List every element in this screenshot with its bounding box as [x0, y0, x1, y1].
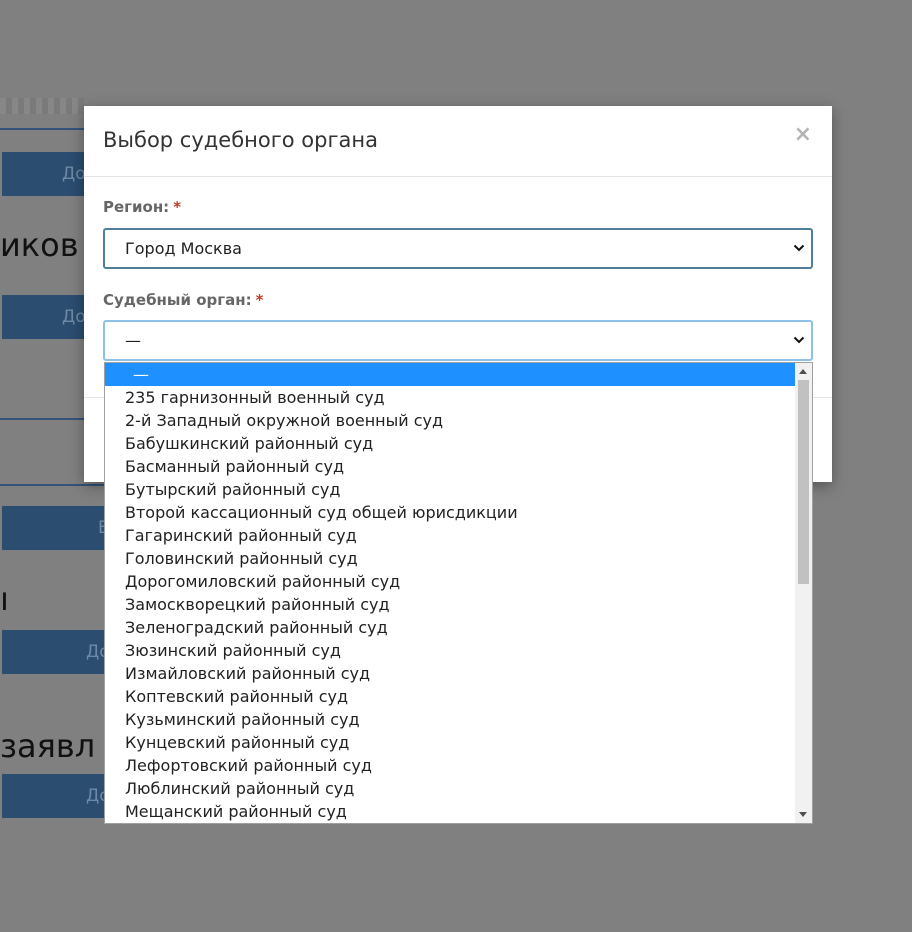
required-star: *	[255, 291, 264, 309]
dropdown-option[interactable]: Люблинский районный суд	[105, 777, 795, 800]
divider	[0, 484, 104, 486]
dropdown-option[interactable]: Зюзинский районный суд	[105, 639, 795, 662]
court-select[interactable]: —	[103, 320, 813, 361]
dropdown-option[interactable]: Бутырский районный суд	[105, 478, 795, 501]
dropdown-option[interactable]: Коптевский районный суд	[105, 685, 795, 708]
dropdown-option[interactable]: Гагаринский районный суд	[105, 524, 795, 547]
dropdown-option[interactable]: Второй кассационный суд общей юрисдикции	[105, 501, 795, 524]
region-select[interactable]: Город Москва	[103, 228, 813, 269]
court-dropdown-list: —235 гарнизонный военный суд 2-й Западный…	[104, 362, 813, 824]
court-label: Судебный орган: *	[103, 291, 263, 309]
close-button[interactable]: ×	[794, 122, 812, 147]
blurred-header-text	[0, 98, 84, 114]
scroll-up-icon[interactable]	[799, 369, 807, 374]
bg-button-3: В	[2, 506, 104, 550]
divider	[0, 128, 84, 130]
bg-button-5: До	[2, 774, 104, 818]
divider	[0, 418, 84, 420]
dropdown-scrollbar[interactable]	[795, 363, 812, 823]
required-star: *	[173, 198, 182, 216]
option-list: —235 гарнизонный военный суд 2-й Западный…	[105, 363, 795, 823]
dropdown-option[interactable]: Замоскворецкий районный суд	[105, 593, 795, 616]
bg-button-2: До	[2, 295, 84, 339]
dropdown-option[interactable]: Зеленоградский районный суд	[105, 616, 795, 639]
region-select-value: Город Москва	[125, 239, 242, 258]
region-label-text: Регион:	[103, 198, 170, 216]
dropdown-option[interactable]: Басманный районный суд	[105, 455, 795, 478]
dropdown-option-selected[interactable]: —	[105, 363, 795, 386]
dropdown-option[interactable]: Дорогомиловский районный суд	[105, 570, 795, 593]
region-label: Регион: *	[103, 198, 181, 216]
dropdown-option[interactable]: Измайловский районный суд	[105, 662, 795, 685]
dropdown-option[interactable]: Кунцевский районный суд	[105, 731, 795, 754]
dropdown-option[interactable]: Кузьминский районный суд	[105, 708, 795, 731]
court-label-text: Судебный орган:	[103, 291, 252, 309]
chevron-down-icon	[793, 336, 805, 344]
modal-header: Выбор судебного органа ×	[84, 106, 832, 177]
dropdown-option[interactable]: 235 гарнизонный военный суд	[105, 386, 795, 409]
dropdown-option[interactable]: Мещанский районный суд	[105, 800, 795, 823]
modal-title: Выбор судебного органа	[103, 128, 378, 152]
bg-heading-1: иков	[0, 226, 79, 264]
dropdown-option[interactable]: 2-й Западный окружной военный суд	[105, 409, 795, 432]
dropdown-option[interactable]: Головинский районный суд	[105, 547, 795, 570]
chevron-down-icon	[793, 244, 805, 252]
dropdown-option[interactable]: Бабушкинский районный суд	[105, 432, 795, 455]
scroll-thumb[interactable]	[798, 380, 809, 584]
court-select-value: —	[125, 331, 141, 350]
bg-heading-2: ı	[0, 580, 9, 618]
scroll-down-icon[interactable]	[799, 812, 807, 817]
dropdown-option[interactable]: Лефортовский районный суд	[105, 754, 795, 777]
bg-button-4: До	[2, 630, 104, 674]
bg-heading-3: заявл	[0, 727, 96, 765]
bg-button-1: До	[2, 152, 84, 196]
